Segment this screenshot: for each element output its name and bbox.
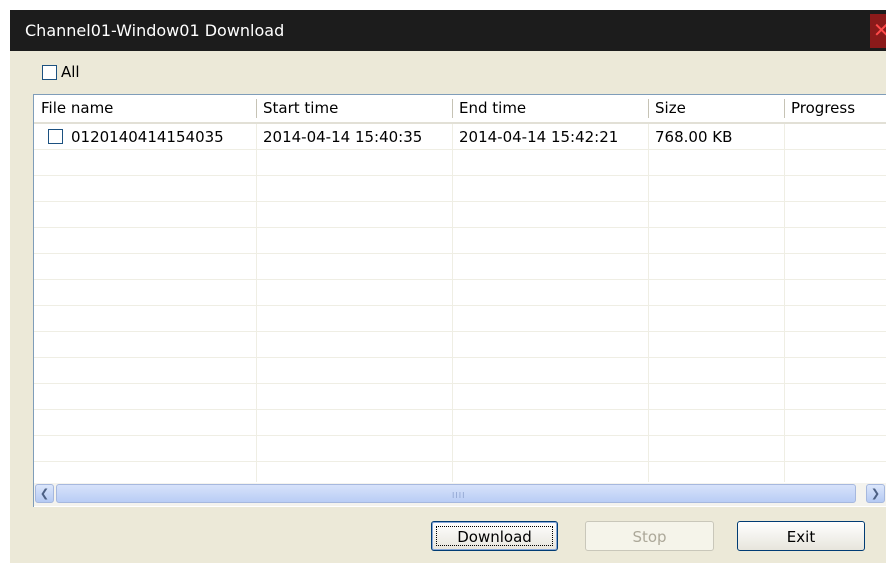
select-all[interactable]: All: [42, 62, 80, 82]
cell-end-time: 2014-04-14 15:42:21: [459, 128, 619, 146]
column-header-file-name[interactable]: File name: [34, 95, 256, 122]
table-row[interactable]: 0120140414154035 2014-04-14 15:40:35 201…: [34, 124, 886, 150]
list-rows: 0120140414154035 2014-04-14 15:40:35 201…: [34, 124, 886, 482]
grid-line: [256, 124, 257, 482]
download-button[interactable]: Download: [431, 521, 558, 551]
exit-button[interactable]: Exit: [737, 521, 865, 551]
close-icon[interactable]: ✕: [870, 14, 886, 48]
column-header-size[interactable]: Size: [648, 95, 784, 122]
scrollbar-thumb[interactable]: IIII: [56, 484, 856, 503]
title-bar: Channel01-Window01 Download ✕: [10, 10, 886, 51]
grid-line: [452, 124, 453, 482]
scrollbar-grip: IIII: [452, 491, 466, 500]
column-header-progress[interactable]: Progress: [784, 95, 886, 122]
cell-size: 768.00 KB: [655, 128, 733, 146]
grid-line: [648, 124, 649, 482]
cell-progress: [784, 124, 886, 150]
focus-ring: [436, 526, 553, 546]
scroll-right-icon[interactable]: ❯: [866, 484, 885, 503]
grid-line: [784, 124, 785, 482]
file-list: File name Start time End time Size Progr…: [33, 94, 886, 507]
column-header-end-time[interactable]: End time: [452, 95, 648, 122]
select-all-checkbox[interactable]: [42, 64, 57, 80]
cell-file-name: 0120140414154035: [71, 128, 224, 146]
window-title: Channel01-Window01 Download: [25, 21, 285, 40]
row-checkbox[interactable]: [48, 129, 63, 144]
select-all-label: All: [61, 63, 80, 81]
scroll-left-icon[interactable]: ❮: [35, 484, 54, 503]
list-header: File name Start time End time Size Progr…: [34, 95, 886, 124]
stop-button[interactable]: Stop: [585, 521, 714, 551]
horizontal-scrollbar[interactable]: ❮ IIII ❯: [34, 483, 886, 506]
column-header-start-time[interactable]: Start time: [256, 95, 452, 122]
cell-start-time: 2014-04-14 15:40:35: [263, 128, 423, 146]
